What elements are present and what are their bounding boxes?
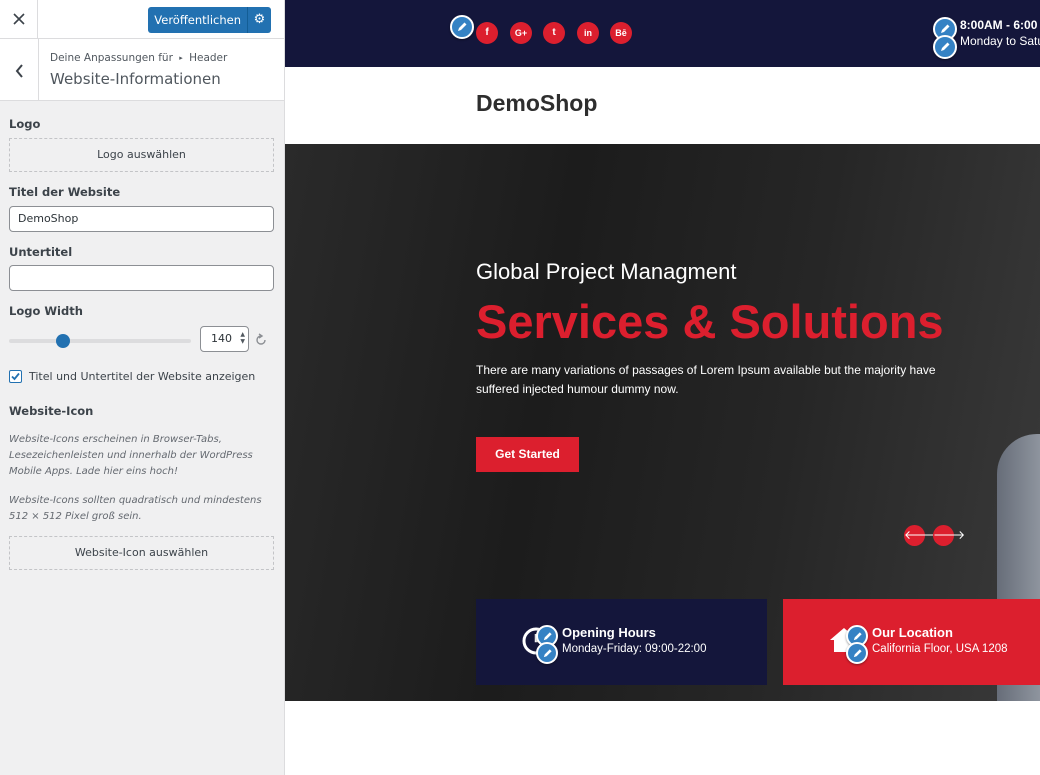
chevron-left-icon xyxy=(15,63,23,78)
close-customizer-button[interactable] xyxy=(0,0,38,38)
pencil-icon xyxy=(941,42,950,51)
hero-slider: Global Project Managment Services & Solu… xyxy=(285,144,1040,701)
logo-width-slider-handle[interactable] xyxy=(56,334,70,348)
section-header: Deine Anpassungen für ▸ Header Website-I… xyxy=(0,39,284,101)
linkedin-icon[interactable]: in xyxy=(577,22,599,44)
tagline-label: Untertitel xyxy=(9,245,73,259)
slider-next-icon[interactable]: 🡒 xyxy=(933,525,965,546)
site-icon-label: Website-Icon xyxy=(9,404,94,418)
get-started-button[interactable]: Get Started xyxy=(476,437,579,472)
opening-hours-title: Opening Hours xyxy=(562,625,656,640)
location-box: Our Location California Floor, USA 1208 xyxy=(783,599,1040,685)
hero-headline: Services & Solutions xyxy=(476,295,944,348)
customizer-header: Veröffentlichen ⚙ xyxy=(0,0,284,39)
twitter-icon[interactable]: t xyxy=(543,22,565,44)
pencil-icon xyxy=(941,24,950,33)
gear-icon: ⚙ xyxy=(253,12,266,27)
logo-label: Logo xyxy=(9,117,41,131)
edit-shortcut-location-sub[interactable] xyxy=(846,642,868,664)
hero-text: There are many variations of passages of… xyxy=(476,363,936,396)
hero-kicker: Global Project Managment xyxy=(476,259,737,284)
opening-hours-box: Opening Hours Monday-Friday: 09:00-22:00 xyxy=(476,599,767,685)
site-title-input[interactable]: DemoShop xyxy=(9,206,274,232)
edit-shortcut-hours-sub[interactable] xyxy=(536,642,558,664)
section-title: Website-Informationen xyxy=(50,70,221,88)
business-hours: 8:00AM - 6:00 Monday to Satu xyxy=(960,17,1040,49)
logo-width-slider[interactable] xyxy=(9,339,191,343)
site-title-label: Titel der Website xyxy=(9,185,121,199)
facebook-icon[interactable]: f xyxy=(476,22,498,44)
opening-hours-subtitle: Monday-Friday: 09:00-22:00 xyxy=(562,643,707,655)
pencil-icon xyxy=(853,649,862,658)
logo-width-label: Logo Width xyxy=(9,304,83,318)
breadcrumb-arrow-icon: ▸ xyxy=(179,54,183,62)
spinner-arrows-icon[interactable]: ▲ ▼ xyxy=(240,331,245,345)
back-button[interactable] xyxy=(0,39,39,100)
site-preview: f G+ t in Bē 8:00AM - 6:00 Monday to Sat… xyxy=(285,0,1040,775)
preview-topbar: f G+ t in Bē 8:00AM - 6:00 Monday to Sat… xyxy=(285,0,1040,67)
breadcrumb: Deine Anpassungen für ▸ Header xyxy=(50,52,227,64)
edit-shortcut-days[interactable] xyxy=(933,35,957,59)
close-icon xyxy=(12,13,25,25)
breadcrumb-prefix: Deine Anpassungen für xyxy=(50,52,173,64)
reset-icon[interactable] xyxy=(254,333,268,347)
behance-icon[interactable]: Bē xyxy=(610,22,632,44)
display-title-tagline-label: Titel und Untertitel der Website anzeige… xyxy=(29,370,256,383)
select-site-icon-button[interactable]: Website-Icon auswählen xyxy=(9,536,274,570)
logo-width-number-input[interactable]: 140 ▲ ▼ xyxy=(200,326,249,352)
site-icon-description: Website-Icons erscheinen in Browser-Tabs… xyxy=(9,434,253,477)
preview-site-title[interactable]: DemoShop xyxy=(476,90,597,117)
google-plus-icon[interactable]: G+ xyxy=(510,22,532,44)
display-title-tagline-checkbox[interactable] xyxy=(9,370,22,383)
hours-days: Monday to Satu xyxy=(960,34,1040,48)
site-icon-size-note: Website-Icons sollten quadratisch und mi… xyxy=(9,495,262,522)
tagline-input[interactable] xyxy=(9,265,274,291)
location-title: Our Location xyxy=(872,625,953,640)
publish-button[interactable]: Veröffentlichen xyxy=(148,7,247,33)
pencil-icon xyxy=(853,632,862,641)
publish-button-group: Veröffentlichen ⚙ xyxy=(148,7,271,33)
breadcrumb-parent: Header xyxy=(189,52,228,64)
edit-shortcut-social[interactable] xyxy=(450,15,474,39)
slider-prev-icon[interactable]: 🡐 xyxy=(904,525,936,546)
pencil-icon xyxy=(543,649,552,658)
customizer-sidebar: Veröffentlichen ⚙ Deine Anpassungen für … xyxy=(0,0,285,775)
location-subtitle: California Floor, USA 1208 xyxy=(872,643,1008,655)
select-logo-button[interactable]: Logo auswählen xyxy=(9,138,274,172)
pencil-icon xyxy=(543,632,552,641)
checkmark-icon xyxy=(11,372,20,381)
hours-time: 8:00AM - 6:00 xyxy=(960,18,1038,32)
logo-width-value: 140 xyxy=(211,332,232,345)
pencil-icon xyxy=(458,22,467,31)
publish-settings-button[interactable]: ⚙ xyxy=(247,7,271,33)
